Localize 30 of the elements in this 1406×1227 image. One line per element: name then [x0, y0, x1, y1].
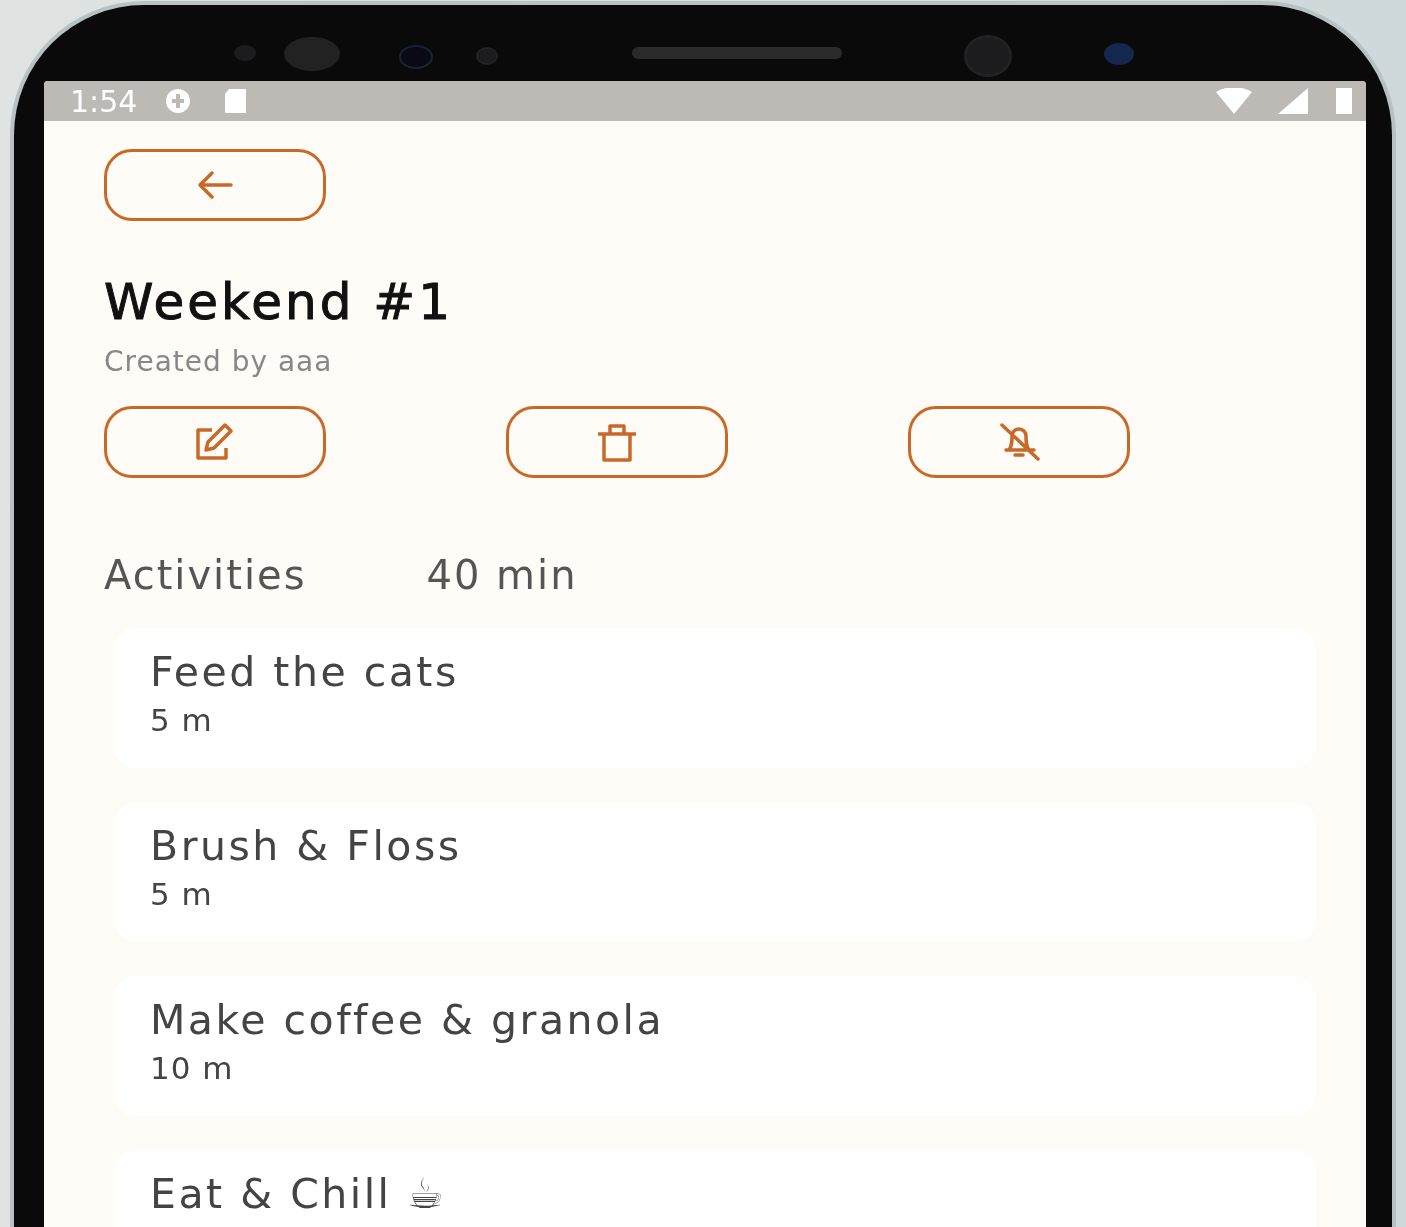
wifi-icon	[1216, 88, 1252, 114]
section-heading: Activities	[104, 552, 307, 598]
activity-title: Brush & Floss	[150, 822, 463, 870]
activity-card[interactable]: Brush & Floss 5 m	[114, 802, 1316, 942]
activity-card[interactable]: Eat & Chill ☕	[114, 1150, 1316, 1227]
back-button[interactable]	[104, 149, 326, 221]
activity-duration: 10 m	[150, 1050, 235, 1086]
sensor-icon	[476, 47, 498, 65]
plan-title: Weekend #1	[104, 273, 454, 331]
activity-title: Feed the cats	[150, 648, 460, 696]
activity-duration: 5 m	[150, 702, 214, 738]
activity-title: Make coffee & granola	[150, 996, 666, 1044]
battery-icon	[1334, 88, 1354, 114]
sensor-icon	[284, 37, 340, 71]
activity-duration: 5 m	[150, 876, 214, 912]
activity-card[interactable]: Feed the cats 5 m	[114, 628, 1316, 768]
camera-icon	[964, 35, 1012, 77]
plan-author: Created by aaa	[104, 345, 334, 378]
signal-icon	[1278, 88, 1308, 114]
activity-card[interactable]: Make coffee & granola 10 m	[114, 976, 1316, 1116]
camera-icon	[1104, 43, 1134, 65]
trash-icon	[595, 422, 639, 462]
sensor-icon	[399, 45, 433, 69]
back-arrow-icon	[195, 170, 235, 200]
mute-button[interactable]	[908, 406, 1130, 478]
edit-button[interactable]	[104, 406, 326, 478]
status-time: 1:54	[70, 83, 138, 119]
total-duration: 40 min	[426, 552, 578, 598]
activity-title: Eat & Chill ☕	[150, 1170, 448, 1218]
delete-button[interactable]	[506, 406, 728, 478]
